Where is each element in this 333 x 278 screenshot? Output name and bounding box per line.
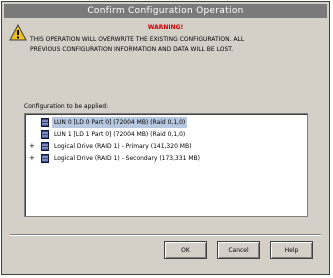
tree-expander[interactable] — [29, 129, 39, 140]
warning-message-line-2: PREVIOUS CONFIGURATION INFORMATION AND D… — [30, 46, 234, 53]
cancel-button[interactable]: Cancel — [217, 241, 260, 259]
window-title[interactable]: Confirm Configuration Operation — [4, 4, 327, 18]
tree-row-label: LUN 0 [LD 0 Part 0] (72004 MB) (Raid 0,1… — [52, 117, 188, 128]
configuration-list-label: Configuration to be applied: — [24, 103, 109, 110]
disk-icon — [41, 142, 49, 151]
disk-icon — [41, 118, 49, 127]
disk-icon — [41, 130, 49, 139]
warning-message: THIS OPERATION WILL OVERWRITE THE EXISTI… — [30, 35, 319, 55]
tree-row-label: Logical Drive (RAID 1) - Primary (141,32… — [54, 143, 192, 150]
tree-row-label: Logical Drive (RAID 1) - Secondary (173,… — [54, 155, 201, 162]
disk-icon — [41, 154, 49, 163]
configuration-tree[interactable]: LUN 0 [LD 0 Part 0] (72004 MB) (Raid 0,1… — [24, 113, 308, 217]
tree-expander[interactable] — [29, 117, 39, 128]
tree-expander[interactable]: + — [29, 141, 39, 152]
tree-expander[interactable]: + — [29, 153, 39, 164]
warning-title: WARNING! — [147, 24, 184, 31]
ok-button[interactable]: OK — [164, 241, 207, 259]
dialog-window: Confirm Configuration Operation WARNING!… — [1, 1, 330, 275]
help-button[interactable]: Help — [270, 241, 313, 259]
tree-row-label: LUN 1 [LD 1 Part 0] (72004 MB) (Raid 0,1… — [54, 131, 186, 138]
button-divider — [10, 234, 321, 236]
warning-message-line-1: THIS OPERATION WILL OVERWRITE THE EXISTI… — [30, 36, 245, 43]
